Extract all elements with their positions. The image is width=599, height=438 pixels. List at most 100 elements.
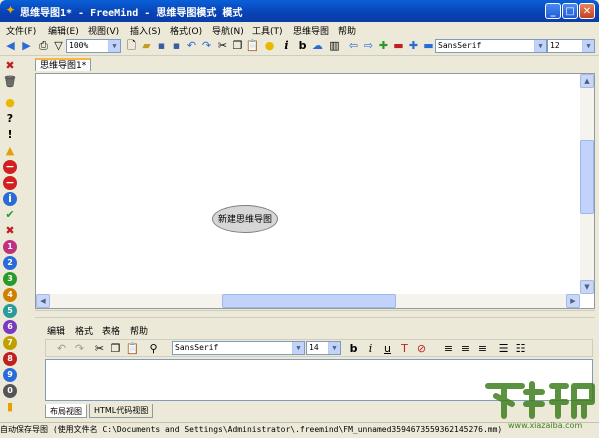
arrow-left-icon[interactable]: ⇦	[346, 38, 361, 53]
priority-1-icon[interactable]: 1	[3, 240, 17, 254]
editor-menu-format[interactable]: 格式	[75, 324, 93, 337]
traffic-light-icon[interactable]: ▮	[3, 400, 17, 414]
root-node[interactable]: 新建思维导图	[212, 205, 278, 233]
scroll-up-icon[interactable]: ▲	[580, 74, 594, 88]
horizontal-scrollbar[interactable]: ◀ ▶	[36, 294, 580, 308]
zoom-select[interactable]: 100% ▼	[66, 39, 121, 53]
editor-underline-button[interactable]: u	[380, 341, 395, 356]
add-child-icon[interactable]: ✚	[376, 38, 391, 53]
menu-tools[interactable]: 工具(T)	[252, 24, 283, 37]
menu-file[interactable]: 文件(F)	[6, 24, 36, 37]
info-icon[interactable]: i	[3, 192, 17, 206]
editor-menu-table[interactable]: 表格	[102, 324, 120, 337]
editor-font-select[interactable]: SansSerif ▼	[172, 341, 305, 355]
minimize-button[interactable]: _	[545, 3, 561, 19]
tab-html-view[interactable]: HTML代码视图	[89, 404, 154, 418]
save-as-icon[interactable]: ▪	[169, 38, 184, 53]
save-icon[interactable]: ▪	[154, 38, 169, 53]
menu-mindmap[interactable]: 思维导图	[293, 24, 329, 37]
priority-9-icon[interactable]: 9	[3, 368, 17, 382]
paste-icon[interactable]: 📋	[245, 38, 260, 53]
bold-icon[interactable]: b	[295, 38, 310, 53]
editor-cut-icon[interactable]: ✂	[92, 341, 107, 356]
editor-menu-help[interactable]: 帮助	[130, 324, 148, 337]
priority-4-icon[interactable]: 4	[3, 288, 17, 302]
idea-icon[interactable]: ●	[3, 96, 17, 110]
bullet-list-icon[interactable]: ☰	[496, 341, 511, 356]
close-button[interactable]: ✕	[579, 3, 595, 19]
remove-node-icon[interactable]: ▬	[391, 38, 406, 53]
editor-undo-icon[interactable]: ↶	[54, 341, 69, 356]
cut-icon[interactable]: ✂	[215, 38, 230, 53]
idea-bulb-icon[interactable]: ●	[262, 38, 277, 53]
cross-icon[interactable]: ✖	[3, 224, 17, 238]
warning-icon[interactable]: ▲	[3, 144, 17, 158]
vertical-scroll-thumb[interactable]	[580, 140, 594, 214]
cloud-icon[interactable]: ☁	[310, 38, 325, 53]
back-icon[interactable]: ◀	[3, 38, 18, 53]
align-right-icon[interactable]: ≡	[475, 341, 490, 356]
open-folder-icon[interactable]: ▰	[139, 38, 154, 53]
clear-format-icon[interactable]: ⊘	[414, 341, 429, 356]
font-family-select[interactable]: SansSerif ▼	[435, 39, 547, 53]
priority-7-icon[interactable]: 7	[3, 336, 17, 350]
priority-8-icon[interactable]: 8	[3, 352, 17, 366]
align-center-icon[interactable]: ≡	[458, 341, 473, 356]
editor-paste-icon[interactable]: 📋	[125, 341, 140, 356]
scroll-down-icon[interactable]: ▼	[580, 280, 594, 294]
editor-menu-edit[interactable]: 编辑	[47, 324, 65, 337]
numbered-list-icon[interactable]: ☷	[513, 341, 528, 356]
undo-icon[interactable]: ↶	[184, 38, 199, 53]
copy-icon[interactable]: ❐	[230, 38, 245, 53]
menu-edit[interactable]: 编辑(E)	[48, 24, 79, 37]
question-icon[interactable]: ?	[3, 112, 17, 126]
exclamation-icon[interactable]: !	[3, 128, 17, 142]
priority-3-icon[interactable]: 3	[3, 272, 17, 286]
zoom-out-icon[interactable]: ▬	[421, 38, 436, 53]
menu-help[interactable]: 帮助	[338, 24, 356, 37]
tab-layout-view[interactable]: 布局视图	[45, 404, 87, 418]
minus-icon[interactable]: −	[3, 176, 17, 190]
italic-icon[interactable]: i	[279, 38, 294, 53]
vertical-scrollbar[interactable]: ▲ ▼	[580, 74, 594, 294]
priority-6-icon[interactable]: 6	[3, 320, 17, 334]
maximize-button[interactable]: □	[562, 3, 578, 19]
menu-navigate[interactable]: 导航(N)	[212, 24, 244, 37]
editor-redo-icon[interactable]: ↷	[72, 341, 87, 356]
chevron-down-icon: ▼	[292, 342, 304, 354]
arrow-right-icon[interactable]: ⇨	[361, 38, 376, 53]
font-size-select[interactable]: 12 ▼	[547, 39, 595, 53]
editor-italic-button[interactable]: i	[363, 341, 378, 356]
binoculars-icon[interactable]: ⚲	[146, 341, 161, 356]
redo-icon[interactable]: ↷	[199, 38, 214, 53]
editor-copy-icon[interactable]: ❐	[108, 341, 123, 356]
horizontal-scroll-thumb[interactable]	[222, 294, 396, 308]
window-title: 思维导图1* - FreeMind - 思维导图模式 模式	[20, 8, 243, 19]
text-color-icon[interactable]: T	[397, 341, 412, 356]
filter-icon[interactable]: ▽	[51, 38, 66, 53]
forward-icon[interactable]: ▶	[19, 38, 34, 53]
scroll-left-icon[interactable]: ◀	[36, 294, 50, 308]
menu-view[interactable]: 视图(V)	[88, 24, 119, 37]
stop-icon[interactable]: −	[3, 160, 17, 174]
menu-insert[interactable]: 插入(S)	[130, 24, 161, 37]
align-left-icon[interactable]: ≡	[441, 341, 456, 356]
tab-mindmap-1[interactable]: 思维导图1*	[35, 58, 92, 71]
priority-5-icon[interactable]: 5	[3, 304, 17, 318]
scroll-right-icon[interactable]: ▶	[566, 294, 580, 308]
attribute-icon[interactable]: ▥	[327, 38, 342, 53]
print-icon[interactable]: ⎙	[36, 38, 51, 53]
new-file-icon[interactable]: 🗋	[124, 38, 139, 53]
zoom-in-icon[interactable]: ✚	[406, 38, 421, 53]
freemind-app-icon: ✦	[5, 3, 16, 17]
menu-format[interactable]: 格式(O)	[170, 24, 202, 37]
remove-icon-x[interactable]: ✖	[3, 59, 17, 73]
mindmap-canvas[interactable]: 新建思维导图 ▲ ▼ ◀ ▶	[35, 73, 595, 309]
editor-size-select[interactable]: 14 ▼	[306, 341, 341, 355]
panel-splitter[interactable]	[35, 310, 595, 318]
priority-0-icon[interactable]: 0	[3, 384, 17, 398]
editor-bold-button[interactable]: b	[346, 341, 361, 356]
trash-icon[interactable]: 🗑	[3, 75, 17, 89]
priority-2-icon[interactable]: 2	[3, 256, 17, 270]
check-icon[interactable]: ✔	[3, 208, 17, 222]
